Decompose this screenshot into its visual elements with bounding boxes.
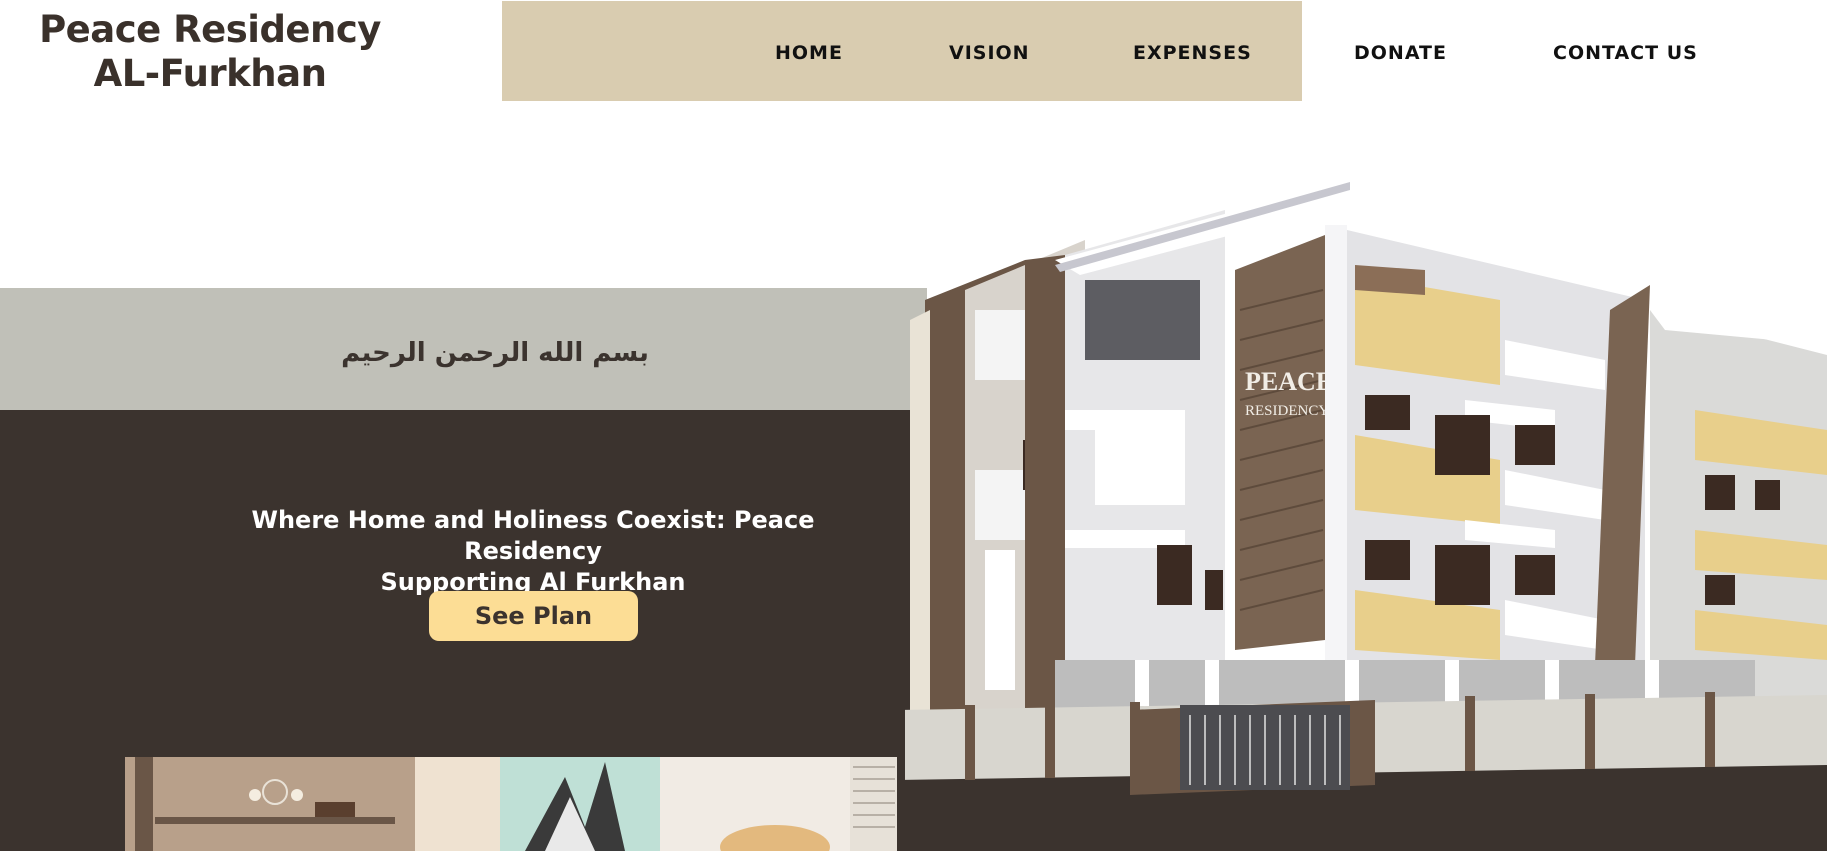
nav-item-donate[interactable]: DONATE: [1354, 42, 1447, 64]
nav-item-vision[interactable]: VISION: [949, 42, 1030, 64]
building-sign-line-2: RESIDENCY: [1245, 403, 1329, 419]
building-sign-line-1: PEACE: [1245, 367, 1333, 396]
main-nav: HOME VISION EXPENSES DONATE CONTACT US: [502, 1, 1827, 101]
tagline-line-1: Where Home and Holiness Coexist: Peace R…: [251, 506, 815, 565]
building-image: PEACE RESIDENCY: [905, 180, 1827, 795]
nav-item-contact-us[interactable]: CONTACT US: [1553, 42, 1698, 64]
nav-item-expenses[interactable]: EXPENSES: [1133, 42, 1252, 64]
see-plan-button[interactable]: See Plan: [429, 591, 638, 641]
nav-item-home[interactable]: HOME: [775, 42, 843, 64]
interior-image: [125, 757, 897, 851]
bismillah-text: بسم الله الرحمن الرحيم: [341, 338, 649, 368]
site-logo[interactable]: Peace Residency AL-Furkhan: [30, 8, 390, 96]
hero-tagline: Where Home and Holiness Coexist: Peace R…: [190, 505, 876, 598]
logo-line-2: AL-Furkhan: [93, 52, 327, 95]
logo-line-1: Peace Residency: [39, 8, 381, 51]
